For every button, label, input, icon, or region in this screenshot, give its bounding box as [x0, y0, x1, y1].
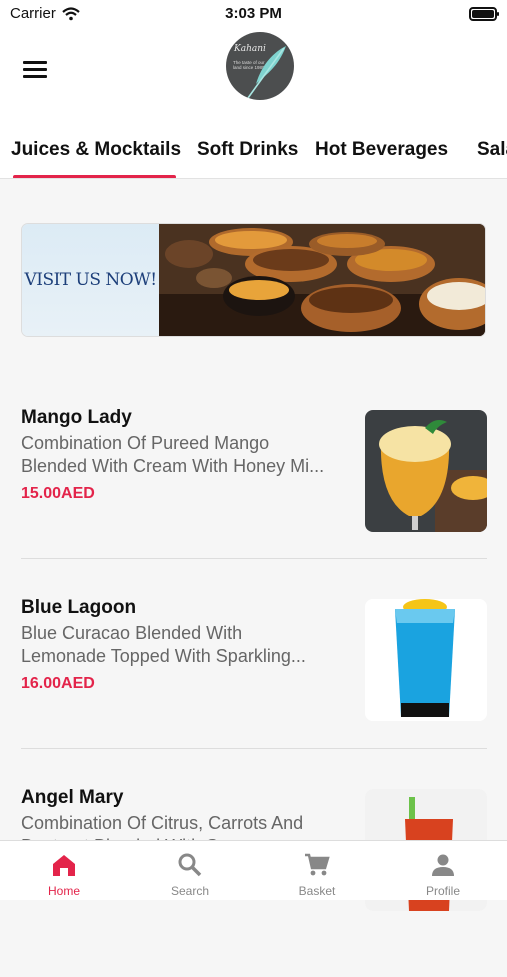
- nav-label-search: Search: [170, 884, 210, 898]
- search-icon: [178, 853, 202, 877]
- nav-label-home: Home: [47, 884, 80, 898]
- status-bar: Carrier 3:03 PM: [0, 0, 507, 30]
- item-divider: [21, 558, 487, 559]
- battery-icon: [469, 7, 499, 21]
- item-name: Mango Lady: [21, 407, 132, 428]
- nav-home[interactable]: Home: [1, 841, 127, 901]
- bottom-navigation: Home Search Basket Profile: [0, 840, 507, 900]
- category-tabs: Juices & Mocktails Soft Drinks Hot Bever…: [0, 112, 507, 179]
- tab-soft-drinks[interactable]: Soft Drinks: [197, 139, 298, 161]
- item-image-blue-lagoon: [365, 599, 487, 721]
- nav-label-profile: Profile: [425, 884, 460, 898]
- hamburger-icon: [23, 61, 47, 64]
- cart-icon: [305, 853, 330, 876]
- item-description: Blue Curacao Blended With Lemonade Toppe…: [21, 623, 306, 666]
- item-image-mango-lady: [365, 410, 487, 532]
- tab-juices-mocktails[interactable]: Juices & Mocktails: [11, 139, 181, 161]
- item-name: Angel Mary: [21, 787, 124, 808]
- nav-search[interactable]: Search: [127, 841, 253, 901]
- nav-basket[interactable]: Basket: [254, 841, 380, 901]
- nav-label-basket: Basket: [298, 884, 336, 898]
- home-icon: [53, 855, 75, 876]
- status-time: 3:03 PM: [225, 5, 282, 22]
- brand-logo: Kahani The taste of our land since 1980: [226, 32, 294, 100]
- item-name: Blue Lagoon: [21, 597, 137, 618]
- active-tab-indicator: [13, 175, 176, 178]
- feather-icon: [247, 46, 286, 99]
- app-header: Kahani The taste of our land since 1980: [0, 30, 507, 112]
- menu-button[interactable]: [23, 61, 47, 81]
- tab-hot-beverages[interactable]: Hot Beverages: [315, 139, 448, 161]
- promo-banner[interactable]: VISIT US NOW!: [21, 223, 486, 337]
- item-divider: [21, 748, 487, 749]
- item-description: Combination Of Pureed Mango Blended With…: [21, 433, 325, 476]
- menu-item-mango-lady[interactable]: Mango Lady Combination Of Pureed Mango B…: [0, 407, 507, 597]
- item-price: 15.00AED: [21, 485, 95, 502]
- profile-icon: [432, 854, 454, 876]
- item-price: 16.00AED: [21, 675, 95, 692]
- banner-food-image: [159, 224, 485, 336]
- banner-text: VISIT US NOW!: [24, 270, 157, 290]
- menu-item-blue-lagoon[interactable]: Blue Lagoon Blue Curacao Blended With Le…: [0, 597, 507, 787]
- tab-salads[interactable]: Sala: [477, 139, 507, 161]
- nav-profile[interactable]: Profile: [380, 841, 506, 901]
